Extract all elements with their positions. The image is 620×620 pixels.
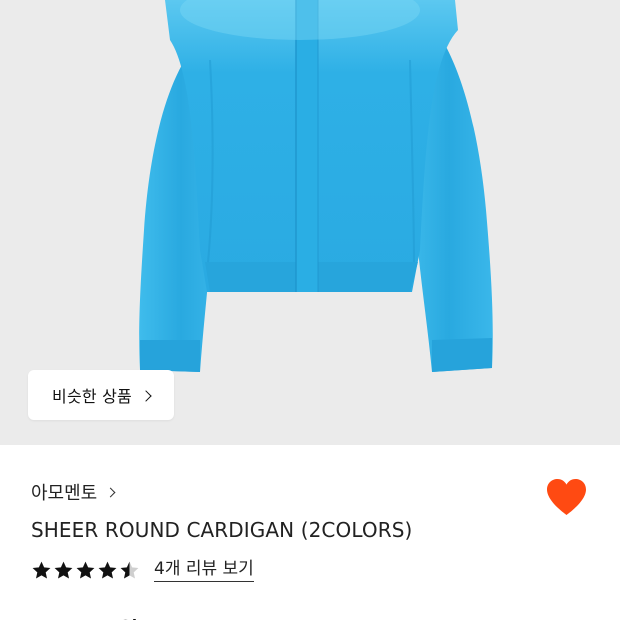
product-image[interactable]: 비슷한 상품	[0, 0, 620, 445]
star-rating	[31, 560, 140, 581]
price-partial: 원	[118, 613, 138, 620]
star-full-icon	[76, 561, 95, 579]
similar-products-label: 비슷한 상품	[52, 387, 132, 406]
star-full-icon	[32, 561, 51, 579]
chevron-right-icon	[140, 389, 152, 402]
product-title: SHEER ROUND CARDIGAN (2COLORS)	[31, 518, 413, 542]
product-info: 아모멘토 SHEER ROUND CARDIGAN (2COLORS) 4개 리…	[0, 445, 620, 620]
star-full-icon	[54, 561, 73, 579]
similar-products-button[interactable]: 비슷한 상품	[28, 370, 174, 420]
rating-row: 4개 리뷰 보기	[31, 560, 254, 582]
reviews-link[interactable]: 4개 리뷰 보기	[154, 560, 254, 582]
brand-link[interactable]: 아모멘토	[31, 479, 116, 505]
star-half-icon	[120, 561, 139, 579]
star-full-icon	[98, 561, 117, 579]
heart-icon[interactable]	[544, 477, 589, 517]
brand-name: 아모멘토	[31, 483, 98, 504]
chevron-right-icon	[105, 487, 116, 498]
